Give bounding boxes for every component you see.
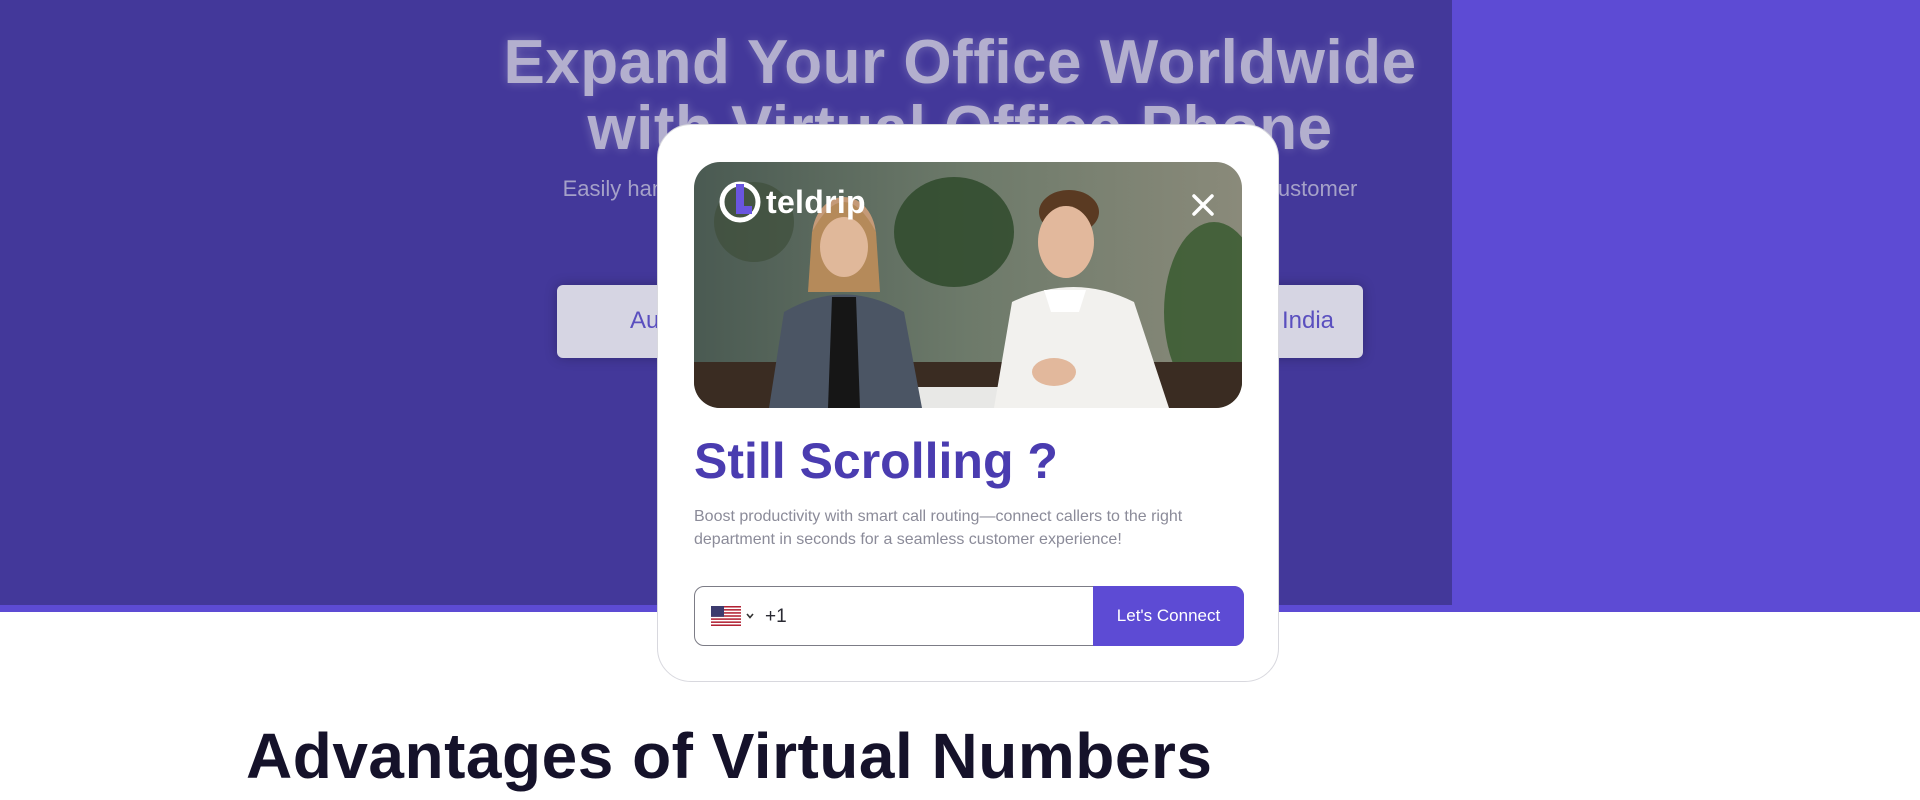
country-code-select[interactable] [711,606,754,626]
popup-modal: teldrip Still Scrolling ? Boost producti… [657,124,1279,682]
teldrip-logo-icon [719,181,761,223]
country-tab-india[interactable]: India [1282,307,1334,335]
modal-banner-image: teldrip [694,162,1242,408]
page: Expand Your Office Worldwide with Virtua… [0,0,1920,800]
section-title: Advantages of Virtual Numbers [246,720,1213,792]
phone-number-input[interactable] [763,599,1087,635]
brand-name: teldrip [766,183,866,220]
modal-description: Boost productivity with smart call routi… [694,508,1183,548]
modal-heading: Still Scrolling ? [694,433,1058,489]
country-tab-australia[interactable]: Au [630,307,659,335]
phone-form: Let's Connect [694,586,1244,646]
close-icon[interactable] [1186,188,1220,222]
us-flag-icon [711,606,741,626]
close-button[interactable] [1186,188,1220,222]
lets-connect-button[interactable]: Let's Connect [1093,586,1244,646]
brand-logo: teldrip [718,180,866,224]
chevron-down-icon [746,613,754,619]
